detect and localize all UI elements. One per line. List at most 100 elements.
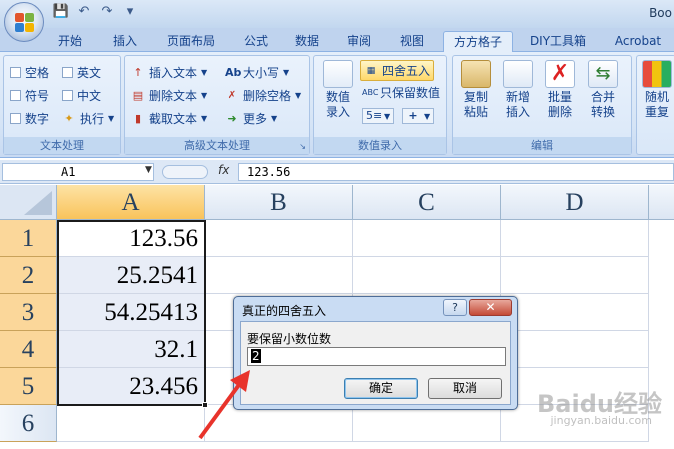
row-header-3[interactable]: 3	[0, 294, 57, 331]
tab-data[interactable]: 数据	[287, 31, 327, 52]
tab-acrobat[interactable]: Acrobat	[608, 31, 668, 52]
row-header-2[interactable]: 2	[0, 257, 57, 294]
tab-fangfanggezi[interactable]: 方方格子	[443, 31, 513, 52]
cell-a5[interactable]: 23.456	[57, 368, 205, 405]
row-header-4[interactable]: 4	[0, 331, 57, 368]
cell-a1[interactable]: 123.56	[57, 220, 205, 257]
random-repeat-button[interactable]: 随机 重复	[639, 60, 674, 120]
execute-button[interactable]: ✦ 执行 ▼	[62, 110, 114, 127]
tab-formulas[interactable]: 公式	[236, 31, 276, 52]
cell-a3[interactable]: 54.25413	[57, 294, 205, 331]
arrow-right-icon: ➜	[227, 111, 237, 125]
tab-home[interactable]: 开始	[50, 31, 90, 52]
batch-label: 批量	[547, 90, 572, 104]
cell-d2[interactable]	[501, 257, 649, 294]
format-icon: 5≡	[366, 109, 383, 122]
customize-qat-icon[interactable]: ▾	[121, 4, 139, 22]
plus-dropdown[interactable]: + ▼	[402, 108, 435, 124]
row-header-1[interactable]: 1	[0, 220, 57, 257]
group-advanced-text: ↑ 插入文本 ▼ Ab 大小写 ▼ ▤ 删除文本 ▼ ✗ 删除空格 ▼ ▮ 截取文本 ▼ ➜ 更多 ▼ …	[124, 55, 310, 155]
delete-text-button[interactable]: ▤ 删除文本 ▼	[131, 87, 207, 104]
new-insert-button[interactable]: 新增 插入	[499, 60, 537, 120]
cell-c1[interactable]	[353, 220, 501, 257]
tab-page-layout[interactable]: 页面布局	[158, 31, 224, 52]
value-entry-button[interactable]: 数值 录入	[318, 60, 358, 120]
delete-x-icon: ✗	[545, 60, 575, 88]
checkbox-box	[10, 90, 21, 101]
name-box-dropdown-icon[interactable]: ▼	[145, 165, 152, 175]
extract-text-button[interactable]: ▮ 截取文本 ▼	[131, 110, 207, 127]
group-title: 数值录入	[314, 137, 446, 154]
checkbox-space[interactable]: 空格	[10, 64, 49, 81]
select-all-corner[interactable]	[0, 185, 57, 220]
formula-input[interactable]: 123.56	[238, 163, 674, 181]
redo-icon[interactable]: ↷	[98, 4, 116, 22]
column-header-b[interactable]: B	[205, 185, 353, 220]
cell-c2[interactable]	[353, 257, 501, 294]
dropdown-arrow-icon: ▼	[271, 114, 278, 123]
checkbox-label: 空格	[25, 66, 50, 80]
close-button[interactable]: ✕	[469, 299, 512, 316]
cell-a6[interactable]	[57, 405, 205, 442]
tab-view[interactable]: 视图	[392, 31, 432, 52]
cell-d1[interactable]	[501, 220, 649, 257]
ok-button[interactable]: 确定	[344, 378, 418, 399]
dropdown-arrow-icon: ▼	[201, 114, 208, 123]
formula-bar-toggle[interactable]	[162, 165, 208, 179]
tab-insert[interactable]: 插入	[105, 31, 145, 52]
round-label: 四舍五入	[382, 64, 431, 78]
row-header-5[interactable]: 5	[0, 368, 57, 405]
merge-convert-button[interactable]: ⇆ 合并 转换	[583, 60, 623, 120]
cell-b1[interactable]	[205, 220, 353, 257]
cancel-button[interactable]: 取消	[428, 378, 502, 399]
delete-space-button[interactable]: ✗ 删除空格 ▼	[225, 87, 301, 104]
fx-icon[interactable]: fx	[218, 163, 229, 177]
column-header-c[interactable]: C	[353, 185, 501, 220]
checkbox-chinese[interactable]: 中文	[62, 87, 101, 104]
cell-d3[interactable]	[501, 294, 649, 331]
window-title: Boo	[649, 6, 672, 20]
group-edit: 复制 粘贴 新增 插入 ✗ 批量 删除 ⇆ 合并 转换 编辑	[452, 55, 632, 155]
decimal-places-input[interactable]: 2	[247, 347, 506, 366]
number-format-dropdown[interactable]: 5≡ ▼	[362, 108, 395, 124]
office-button[interactable]	[4, 2, 44, 42]
undo-icon[interactable]: ↶	[75, 4, 93, 22]
execute-label: 执行	[80, 112, 105, 126]
case-button[interactable]: Ab 大小写 ▼	[225, 64, 289, 81]
value-entry-label: 数值	[325, 90, 350, 104]
keep-values-label: 只保留数值	[380, 86, 441, 100]
cell-d4[interactable]	[501, 331, 649, 368]
column-header-d[interactable]: D	[501, 185, 649, 220]
value-entry-label-2: 录入	[325, 105, 350, 119]
cell-a4[interactable]: 32.1	[57, 331, 205, 368]
column-header-e[interactable]	[649, 185, 674, 220]
insert-text-button[interactable]: ↑ 插入文本 ▼	[131, 64, 207, 81]
delete-label: 删除	[547, 105, 572, 119]
more-button[interactable]: ➜ 更多 ▼	[225, 110, 277, 127]
name-box[interactable]: A1	[2, 163, 154, 181]
dialog-launcher-icon[interactable]: ↘	[299, 142, 306, 151]
convert-label: 转换	[590, 105, 615, 119]
checkbox-label: 符号	[25, 89, 50, 103]
keep-values-button[interactable]: ABC 只保留数值	[362, 84, 440, 101]
tab-review[interactable]: 审阅	[339, 31, 379, 52]
round-button[interactable]: ▦ 四舍五入	[360, 60, 435, 81]
checkbox-number[interactable]: 数字	[10, 110, 49, 127]
row-header-6[interactable]: 6	[0, 405, 57, 442]
copy-paste-button[interactable]: 复制 粘贴	[457, 60, 495, 120]
fill-handle[interactable]	[202, 402, 208, 408]
column-header-a[interactable]: A	[57, 185, 205, 220]
cell-b6[interactable]	[205, 405, 353, 442]
cell-a2[interactable]: 25.2541	[57, 257, 205, 294]
cell-c6[interactable]	[353, 405, 501, 442]
repeat-label: 重复	[644, 105, 669, 119]
cell-b2[interactable]	[205, 257, 353, 294]
save-icon[interactable]: 💾	[52, 4, 70, 22]
case-icon: Ab	[225, 65, 242, 79]
decimal-places-value: 2	[251, 349, 261, 363]
checkbox-symbol[interactable]: 符号	[10, 87, 49, 104]
checkbox-english[interactable]: 英文	[62, 64, 101, 81]
tab-diy-toolbox[interactable]: DIY工具箱	[522, 31, 594, 52]
batch-delete-button[interactable]: ✗ 批量 删除	[541, 60, 579, 120]
help-button[interactable]: ?	[443, 299, 467, 316]
